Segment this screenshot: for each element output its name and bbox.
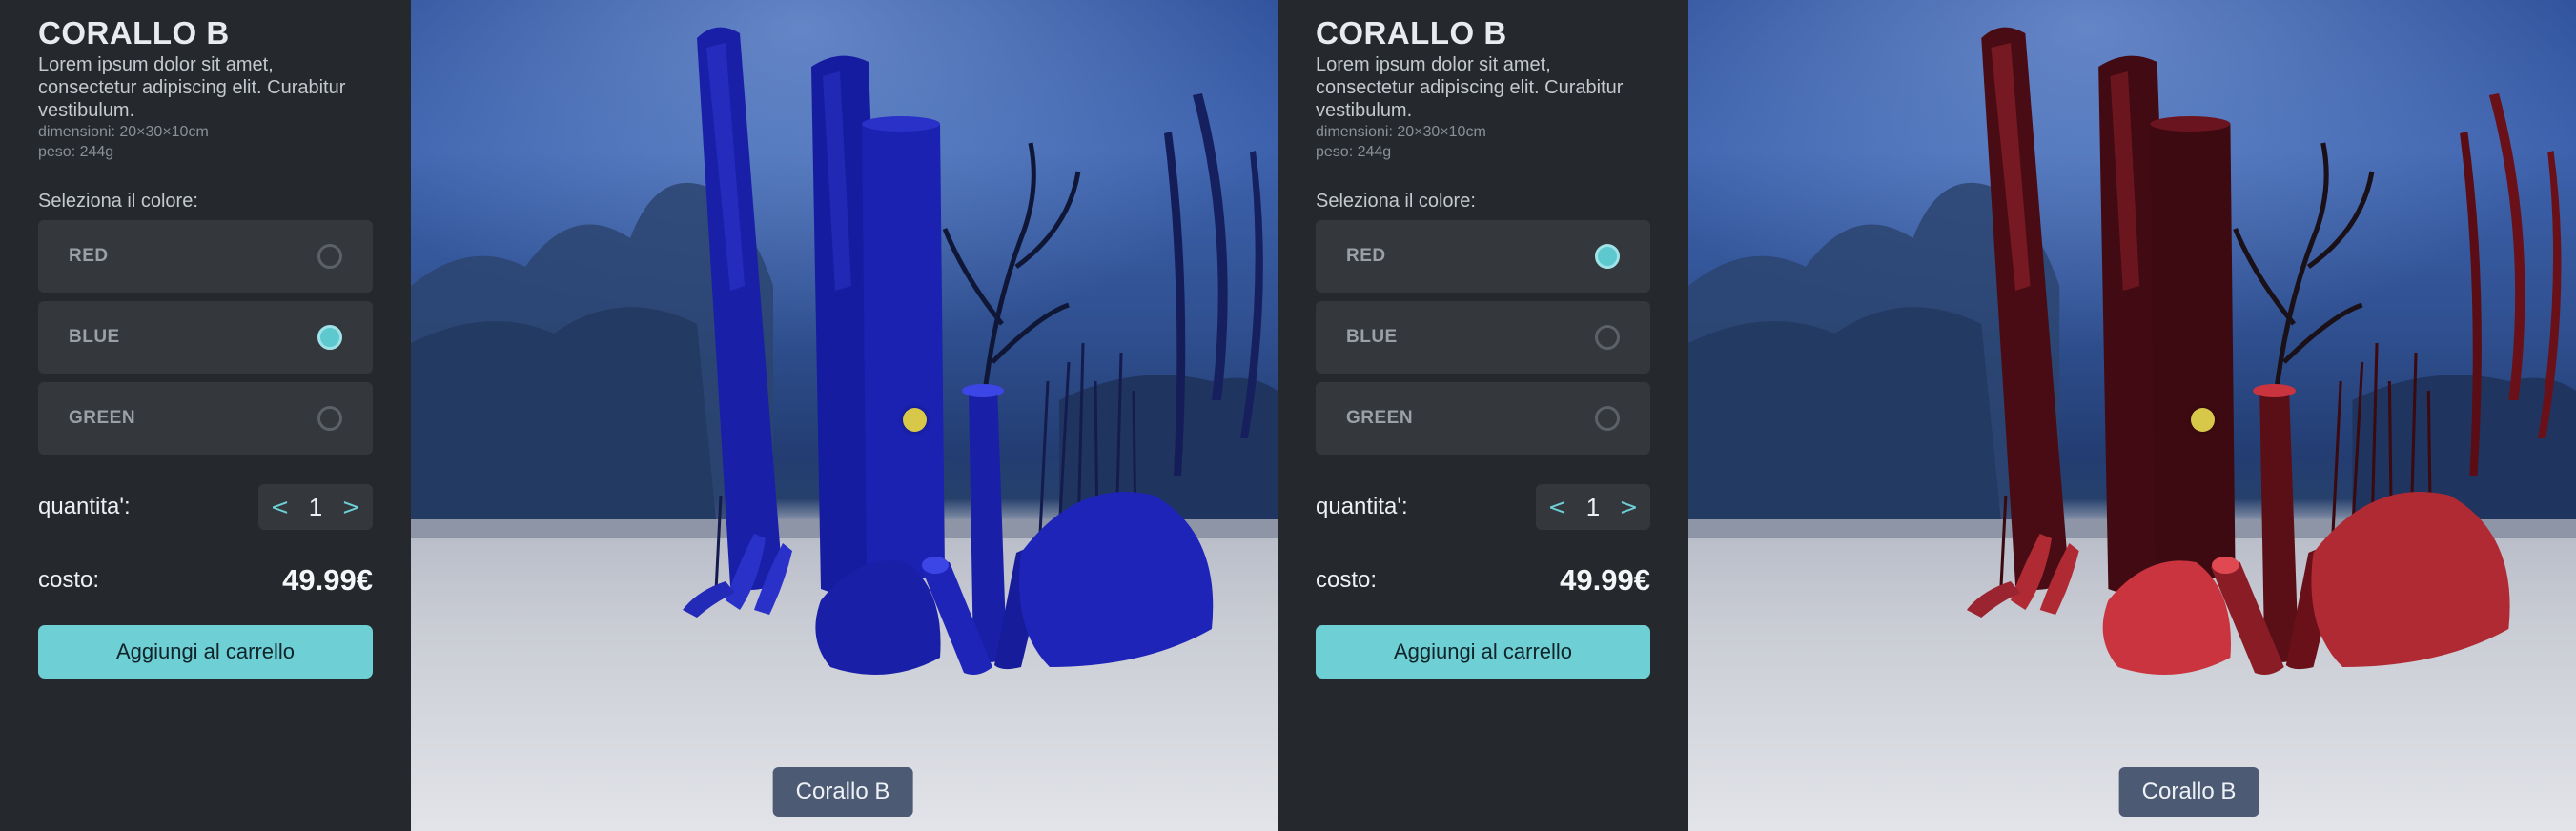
color-option-label: BLUE xyxy=(69,327,120,347)
increment-button[interactable]: > xyxy=(1614,494,1643,520)
annotation-hotspot[interactable] xyxy=(903,408,927,432)
decrement-button[interactable]: < xyxy=(1544,494,1572,520)
tube-coral-opening xyxy=(962,384,1004,397)
color-option-blue[interactable]: BLUE xyxy=(38,301,373,374)
quantity-label: quantita': xyxy=(38,494,131,519)
cost-row: costo: 49.99€ xyxy=(38,557,373,603)
model-name-label: Corallo B xyxy=(2118,767,2259,817)
radio-button[interactable] xyxy=(317,406,342,431)
color-option-green[interactable]: GREEN xyxy=(38,382,373,455)
product-description: Lorem ipsum dolor sit amet, consectetur … xyxy=(1316,54,1624,121)
product-description: Lorem ipsum dolor sit amet, consectetur … xyxy=(38,54,346,121)
product-screen-red: CORALLO B Lorem ipsum dolor sit amet, co… xyxy=(1278,0,2576,831)
color-option-label: GREEN xyxy=(1346,408,1414,428)
3d-model-viewer[interactable]: Corallo B xyxy=(1688,0,2576,831)
radio-button[interactable] xyxy=(317,244,342,269)
product-info-panel: CORALLO B Lorem ipsum dolor sit amet, co… xyxy=(0,0,411,831)
decrement-button[interactable]: < xyxy=(266,494,295,520)
radio-button[interactable] xyxy=(1595,406,1620,431)
price-value: 49.99€ xyxy=(282,563,373,597)
quantity-value: 1 xyxy=(308,492,323,521)
tube-coral xyxy=(862,118,945,580)
product-dimensions: dimensioni: 20×30×10cm xyxy=(38,124,209,140)
tube-coral-opening xyxy=(2150,116,2231,132)
color-option-green[interactable]: GREEN xyxy=(1316,382,1650,455)
cost-label: costo: xyxy=(1316,567,1378,593)
tube-coral-opening xyxy=(2252,384,2297,397)
product-weight: peso: 244g xyxy=(38,144,114,160)
color-option-blue[interactable]: BLUE xyxy=(1316,301,1650,374)
quantity-stepper: < 1 > xyxy=(258,484,373,530)
radio-button-selected[interactable] xyxy=(1595,244,1620,269)
add-to-cart-button[interactable]: Aggiungi al carrello xyxy=(38,625,373,679)
product-screen-blue: CORALLO B Lorem ipsum dolor sit amet, co… xyxy=(0,0,1278,831)
color-option-label: RED xyxy=(69,246,109,266)
color-select-label: Seleziona il colore: xyxy=(1316,191,1476,212)
cost-label: costo: xyxy=(38,567,100,593)
price-value: 49.99€ xyxy=(1560,563,1650,597)
tube-coral-opening xyxy=(2211,557,2239,574)
quantity-label: quantita': xyxy=(1316,494,1408,519)
underwater-scene xyxy=(411,0,1278,675)
radio-button[interactable] xyxy=(1595,325,1620,350)
3d-model-viewer[interactable]: Corallo B xyxy=(411,0,1278,831)
product-info-panel: CORALLO B Lorem ipsum dolor sit amet, co… xyxy=(1278,0,1688,831)
composite-screenshot: CORALLO B Lorem ipsum dolor sit amet, co… xyxy=(0,0,2576,831)
background-reef xyxy=(411,307,716,519)
add-to-cart-button[interactable]: Aggiungi al carrello xyxy=(1316,625,1650,679)
cost-row: costo: 49.99€ xyxy=(1316,557,1650,603)
radio-button-selected[interactable] xyxy=(317,325,342,350)
color-option-red[interactable]: RED xyxy=(38,220,373,293)
color-select-label: Seleziona il colore: xyxy=(38,191,198,212)
color-option-label: RED xyxy=(1346,246,1386,266)
color-option-label: BLUE xyxy=(1346,327,1398,347)
product-title: CORALLO B xyxy=(38,15,230,51)
color-option-red[interactable]: RED xyxy=(1316,220,1650,293)
product-weight: peso: 244g xyxy=(1316,144,1392,160)
annotation-hotspot[interactable] xyxy=(2191,408,2215,432)
product-title: CORALLO B xyxy=(1316,15,1507,51)
tube-coral-opening xyxy=(922,557,949,574)
quantity-value: 1 xyxy=(1585,492,1601,521)
tube-coral xyxy=(2150,118,2236,580)
quantity-stepper: < 1 > xyxy=(1536,484,1650,530)
product-dimensions: dimensioni: 20×30×10cm xyxy=(1316,124,1486,140)
quantity-row: quantita': < 1 > xyxy=(38,484,373,530)
tube-coral-opening xyxy=(862,116,940,132)
quantity-row: quantita': < 1 > xyxy=(1316,484,1650,530)
model-name-label: Corallo B xyxy=(772,767,913,817)
background-reef xyxy=(1688,307,2001,519)
underwater-scene xyxy=(1688,0,2576,675)
increment-button[interactable]: > xyxy=(337,494,365,520)
color-option-label: GREEN xyxy=(69,408,136,428)
